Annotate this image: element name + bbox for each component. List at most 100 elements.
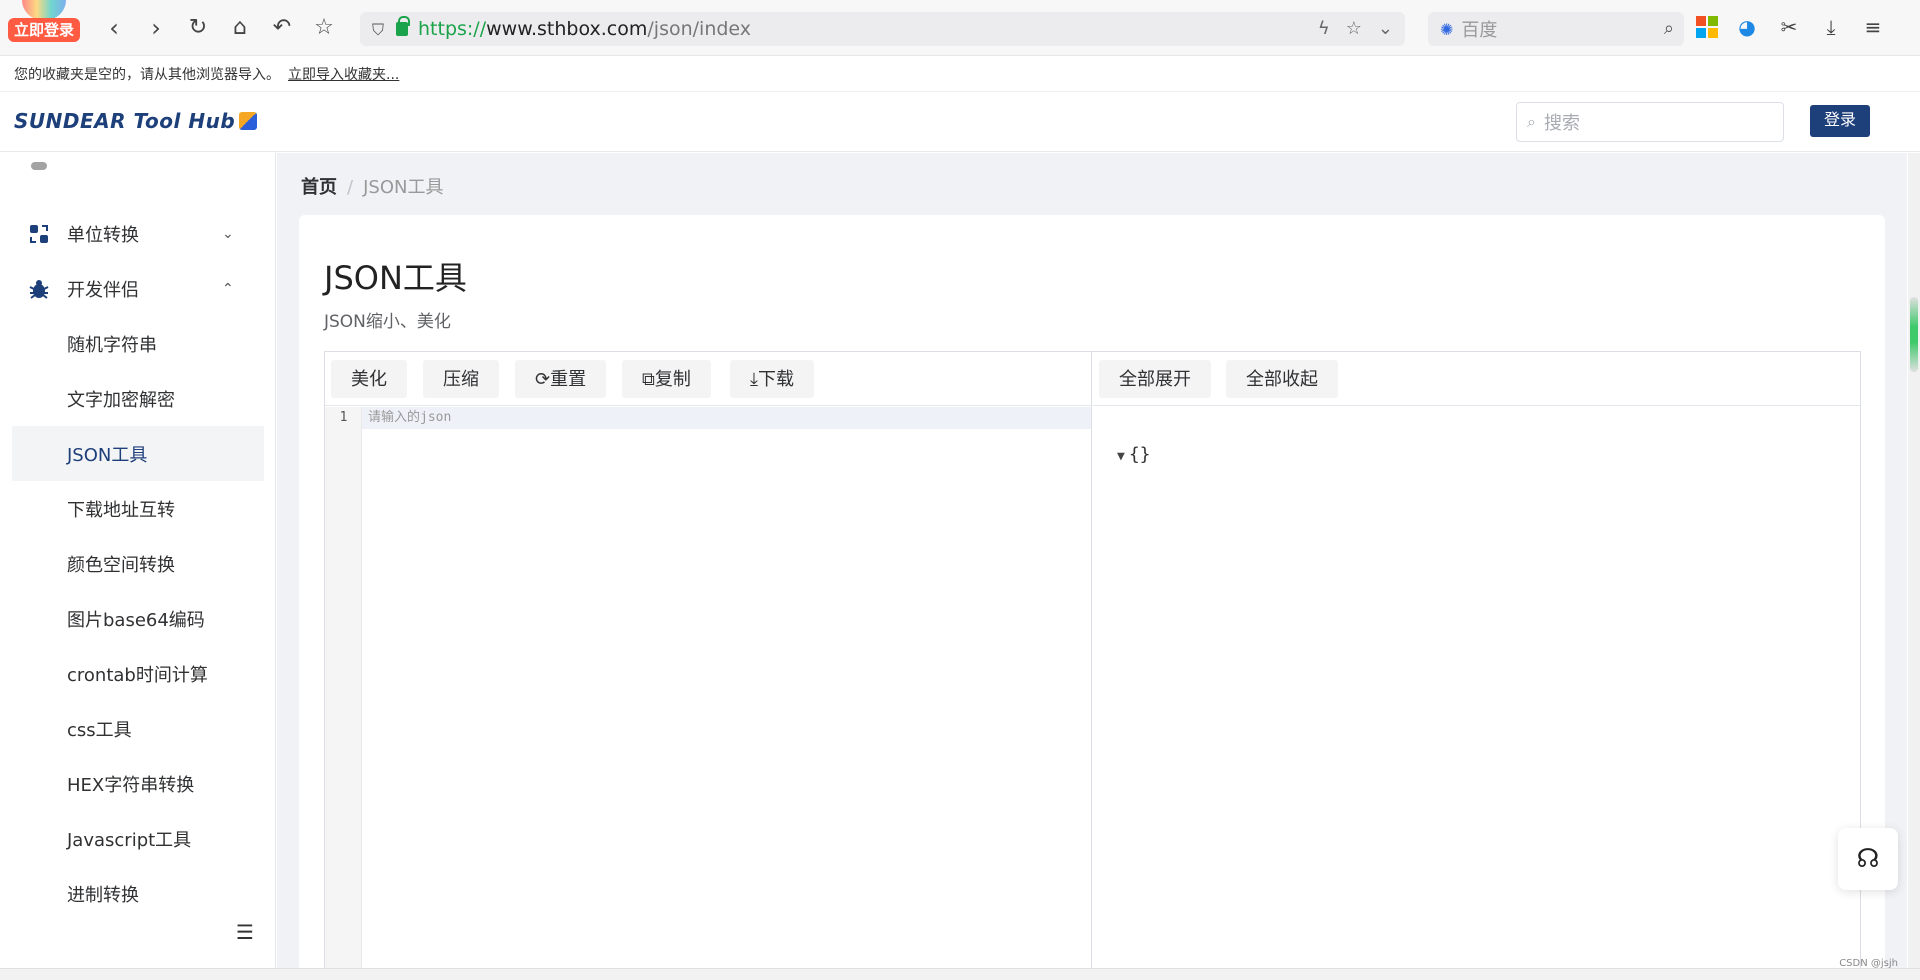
bookmark-star-icon[interactable]: ☆ bbox=[310, 14, 338, 42]
json-input-placeholder[interactable]: 请输入的json bbox=[368, 407, 451, 429]
caret-down-icon[interactable]: ▼ bbox=[1117, 449, 1125, 464]
scissors-icon[interactable]: ✂ bbox=[1776, 14, 1802, 40]
browser-login-badge[interactable]: 立即登录 bbox=[8, 18, 81, 42]
address-bar[interactable]: ⛉ https://www.sthbox.com/json/index ϟ ☆ … bbox=[360, 12, 1405, 46]
sidebar-item-crontab[interactable]: crontab时间计算 bbox=[12, 646, 264, 701]
app-header: SUNDEAR Tool Hub ⌕ 搜索 登录 bbox=[0, 92, 1920, 152]
breadcrumb-home[interactable]: 首页 bbox=[301, 177, 337, 198]
expand-all-button[interactable]: 全部展开 bbox=[1099, 360, 1211, 398]
back-icon[interactable]: ‹ bbox=[100, 14, 128, 42]
login-button[interactable]: 登录 bbox=[1810, 105, 1870, 137]
headset-icon: ☊ bbox=[1856, 844, 1880, 874]
sidebar-item-label: 颜色空间转换 bbox=[67, 554, 175, 576]
reset-button[interactable]: ⟳重置 bbox=[515, 360, 607, 398]
menu-icon[interactable]: ≡ bbox=[1860, 14, 1886, 40]
url-path: /json/index bbox=[647, 18, 752, 40]
sidebar-group-unit-convert[interactable]: 单位转换 ⌄ bbox=[0, 206, 275, 261]
sidebar-item-label: HEX字符串转换 bbox=[67, 774, 195, 796]
tree-toolbar: 全部展开 全部收起 bbox=[1093, 352, 1860, 406]
sidebar-item-color-space[interactable]: 颜色空间转换 bbox=[12, 536, 264, 591]
sidebar-item-download-url[interactable]: 下载地址互转 bbox=[12, 481, 264, 536]
search-icon: ⌕ bbox=[1527, 112, 1536, 131]
forward-icon[interactable]: › bbox=[142, 14, 170, 42]
breadcrumb-current: JSON工具 bbox=[363, 177, 444, 198]
chevron-up-icon: ⌃ bbox=[222, 280, 234, 297]
scrollbar-thumb[interactable] bbox=[1910, 297, 1918, 372]
line-number: 1 bbox=[339, 410, 348, 425]
download-arrow-icon[interactable]: ⤓ bbox=[1818, 14, 1844, 40]
line-gutter bbox=[325, 407, 362, 970]
sidebar: 单位转换 ⌄ 开发伴侣 ⌃ 随机字符串 文字加密解密 JSON工具 下载地址互转… bbox=[0, 153, 276, 970]
page-subtitle: JSON缩小、美化 bbox=[324, 312, 451, 332]
compress-button[interactable]: 压缩 bbox=[423, 360, 499, 398]
download-button[interactable]: ⤓下载 bbox=[730, 360, 814, 398]
sidebar-item-label: 图片base64编码 bbox=[67, 609, 205, 631]
shield-icon: ⛉ bbox=[372, 20, 385, 39]
sidebar-item-css-tool[interactable]: css工具 bbox=[12, 701, 264, 756]
reset-label: 重置 bbox=[550, 369, 587, 389]
breadcrumb-separator: / bbox=[347, 177, 354, 198]
sidebar-group-label: 单位转换 bbox=[67, 224, 139, 246]
json-tree-root[interactable]: {} bbox=[1129, 444, 1151, 465]
sidebar-item-label: css工具 bbox=[67, 719, 132, 741]
browser-search-box[interactable]: ✺ 百度 ⌕ bbox=[1428, 12, 1684, 46]
sidebar-item-image-base64[interactable]: 图片base64编码 bbox=[12, 591, 264, 646]
beautify-button[interactable]: 美化 bbox=[331, 360, 407, 398]
partial-icon bbox=[31, 162, 47, 170]
sidebar-group-dev-companion[interactable]: 开发伴侣 ⌃ bbox=[0, 261, 275, 316]
import-bookmarks-link[interactable]: 立即导入收藏夹... bbox=[288, 64, 399, 84]
collapse-all-button[interactable]: 全部收起 bbox=[1226, 360, 1338, 398]
reload-icon[interactable]: ↻ bbox=[184, 14, 212, 42]
sidebar-item-label: 下载地址互转 bbox=[67, 499, 175, 521]
json-tree-pane: 全部展开 全部收起 ▼ {} bbox=[1093, 352, 1860, 970]
customer-support-button[interactable]: ☊ bbox=[1838, 828, 1898, 890]
sidebar-collapse-icon[interactable]: ☰ bbox=[236, 920, 254, 944]
favorite-star-icon[interactable]: ☆ bbox=[1346, 18, 1362, 39]
json-tree: ▼ {} bbox=[1117, 444, 1151, 465]
bookmark-empty-message: 您的收藏夹是空的，请从其他浏览器导入。 bbox=[14, 66, 280, 83]
assistant-icon[interactable]: ◕ bbox=[1734, 14, 1760, 40]
chevron-down-icon: ⌄ bbox=[222, 225, 234, 242]
apps-grid-icon[interactable] bbox=[1696, 16, 1718, 38]
sidebar-item-label: crontab时间计算 bbox=[67, 664, 208, 686]
sidebar-item-label: JSON工具 bbox=[67, 444, 148, 466]
copy-button[interactable]: ⧉复制 bbox=[622, 360, 711, 398]
main-content: 首页 / JSON工具 JSON工具 JSON缩小、美化 美化 压缩 ⟳重置 ⧉复制… bbox=[277, 153, 1907, 970]
site-search-input[interactable]: ⌕ 搜索 bbox=[1516, 102, 1784, 142]
sidebar-item-javascript-tool[interactable]: Javascript工具 bbox=[12, 811, 264, 866]
input-toolbar: 美化 压缩 ⟳重置 ⧉复制 ⤓下载 bbox=[325, 352, 1091, 406]
lightning-icon[interactable]: ϟ bbox=[1318, 18, 1330, 39]
sidebar-item-label: Javascript工具 bbox=[67, 829, 192, 851]
undo-icon[interactable]: ↶ bbox=[268, 14, 296, 42]
browser-status-bar bbox=[0, 968, 1920, 980]
active-line bbox=[362, 407, 1091, 429]
site-logo[interactable]: SUNDEAR Tool Hub bbox=[14, 109, 258, 133]
page-scrollbar[interactable] bbox=[1908, 153, 1920, 970]
sidebar-item-hex-string[interactable]: HEX字符串转换 bbox=[12, 756, 264, 811]
sidebar-item-json-tool[interactable]: JSON工具 bbox=[12, 426, 264, 481]
sidebar-item-radix-convert[interactable]: 进制转换 bbox=[12, 866, 264, 921]
refresh-icon: ⟳ bbox=[535, 369, 551, 389]
download-label: 下载 bbox=[757, 369, 794, 389]
search-icon[interactable]: ⌕ bbox=[1664, 18, 1674, 39]
sidebar-partial-item[interactable] bbox=[0, 153, 275, 198]
home-icon[interactable]: ⌂ bbox=[226, 14, 254, 42]
lock-icon bbox=[396, 16, 410, 36]
watermark: CSDN @jsjh bbox=[1839, 958, 1898, 969]
url-scheme: https:// bbox=[418, 18, 487, 40]
sidebar-group-label: 开发伴侣 bbox=[67, 279, 139, 301]
json-input-pane: 美化 压缩 ⟳重置 ⧉复制 ⤓下载 1 请输入的json bbox=[325, 352, 1092, 970]
chevron-down-icon[interactable]: ⌄ bbox=[1378, 18, 1393, 39]
url-host: www.sthbox.com bbox=[486, 18, 648, 40]
copy-label: 复制 bbox=[654, 369, 691, 389]
json-editor: 美化 压缩 ⟳重置 ⧉复制 ⤓下载 1 请输入的json 全部展开 全部收起 ▼… bbox=[324, 351, 1861, 970]
sidebar-item-label: 文字加密解密 bbox=[67, 389, 175, 411]
bookmark-bar: 您的收藏夹是空的，请从其他浏览器导入。 立即导入收藏夹... bbox=[0, 56, 1920, 92]
copy-icon: ⧉ bbox=[642, 369, 655, 389]
brand-name: SUNDEAR Tool Hub bbox=[14, 109, 236, 133]
site-search-placeholder: 搜索 bbox=[1543, 113, 1580, 134]
sidebar-item-random-string[interactable]: 随机字符串 bbox=[12, 316, 264, 371]
bug-icon bbox=[29, 279, 49, 299]
browser-toolbar: 立即登录 ‹ › ↻ ⌂ ↶ ☆ ⛉ https://www.sthbox.co… bbox=[0, 0, 1920, 56]
sidebar-item-text-encrypt[interactable]: 文字加密解密 bbox=[12, 371, 264, 426]
